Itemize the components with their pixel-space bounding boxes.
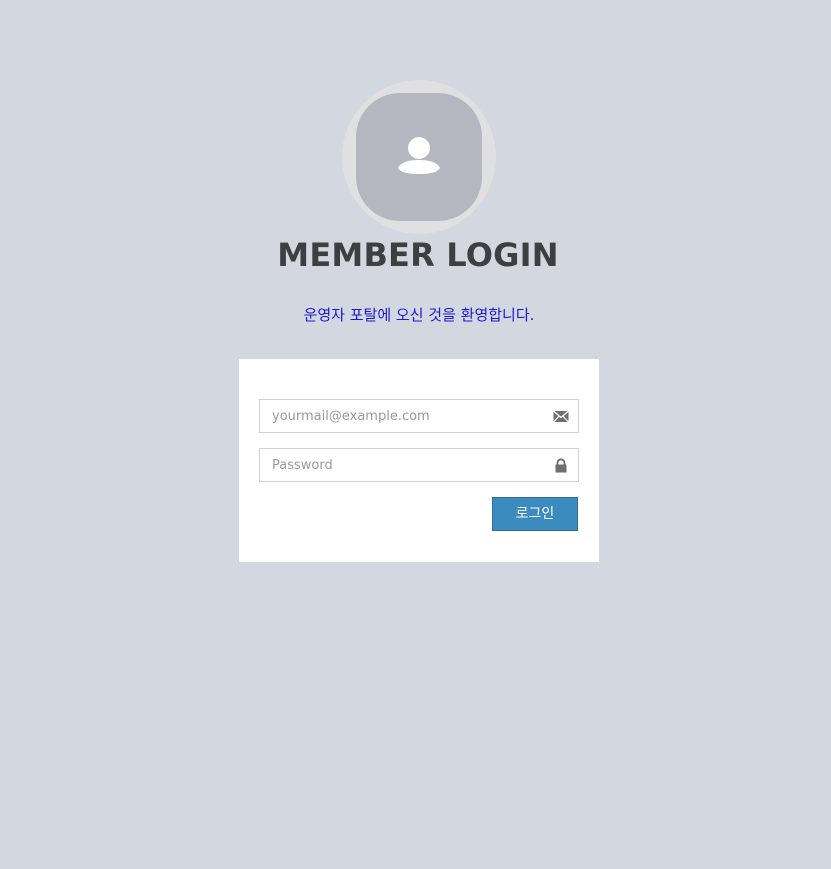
lock-icon [553, 458, 569, 473]
password-input[interactable] [260, 449, 552, 481]
envelope-icon [553, 409, 569, 424]
email-field [259, 399, 579, 433]
email-input[interactable] [260, 400, 552, 432]
welcome-message: 운영자 포탈에 오신 것을 환영합니다. [303, 306, 535, 324]
avatar [342, 80, 496, 234]
password-field [259, 448, 579, 482]
login-panel: 로그인 [239, 359, 599, 562]
page-title: MEMBER LOGIN [277, 236, 559, 274]
avatar-badge [356, 93, 482, 221]
user-icon [398, 137, 440, 174]
login-button[interactable]: 로그인 [492, 497, 578, 531]
